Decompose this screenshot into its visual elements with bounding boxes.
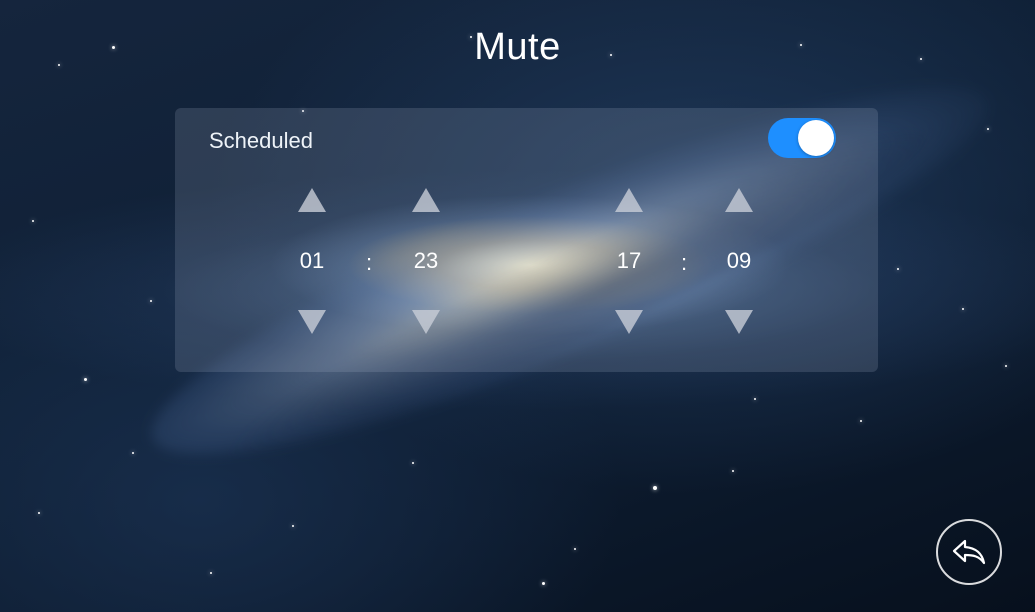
time-field-start-hour: 01 <box>282 188 342 348</box>
page-title: Mute <box>474 26 561 68</box>
triangle-up-icon[interactable] <box>615 188 643 212</box>
time-field-end-minute: 09 <box>709 188 769 348</box>
triangle-down-icon[interactable] <box>412 310 440 334</box>
time-field-start-minute: 23 <box>396 188 456 348</box>
scheduled-toggle[interactable] <box>768 118 836 158</box>
triangle-down-icon[interactable] <box>298 310 326 334</box>
time-field-end-hour: 17 <box>599 188 659 348</box>
schedule-panel: Scheduled 01 : 23 17 : 09 <box>175 108 878 372</box>
toggle-knob <box>798 120 834 156</box>
time-separator: : <box>681 250 688 275</box>
start-hour-value: 01 <box>299 248 325 273</box>
triangle-up-icon[interactable] <box>725 188 753 212</box>
triangle-up-icon[interactable] <box>412 188 440 212</box>
scheduled-label: Scheduled <box>209 128 313 153</box>
back-button[interactable] <box>936 519 1002 585</box>
back-arrow-icon <box>952 539 986 565</box>
start-minute-value: 23 <box>413 248 439 273</box>
triangle-down-icon[interactable] <box>725 310 753 334</box>
end-minute-value: 09 <box>726 248 752 273</box>
time-separator: : <box>366 250 373 275</box>
triangle-up-icon[interactable] <box>298 188 326 212</box>
end-hour-value: 17 <box>616 248 642 273</box>
triangle-down-icon[interactable] <box>615 310 643 334</box>
